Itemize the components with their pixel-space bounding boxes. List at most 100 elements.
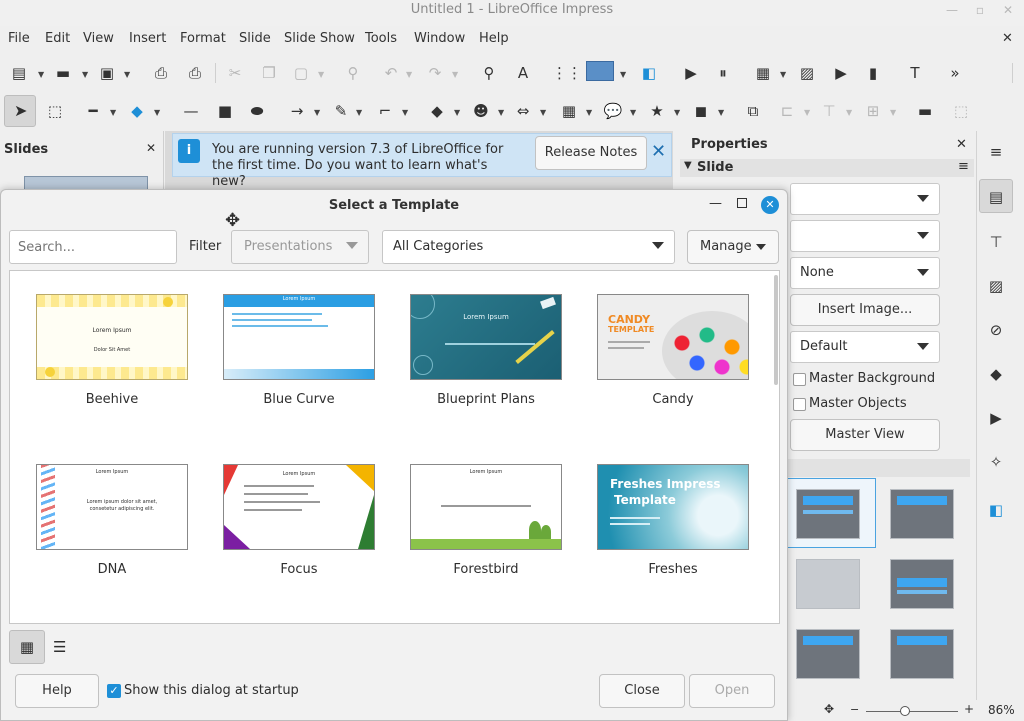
dialog-close-icon[interactable]: ✕ <box>761 196 779 214</box>
clone-formatting-icon[interactable]: ⚲ <box>342 62 364 84</box>
navigator-deck-icon[interactable]: ⊘ <box>985 319 1007 341</box>
table-dropdown-icon[interactable]: ▼ <box>780 70 786 79</box>
ellipse-icon[interactable]: ⬬ <box>246 100 268 122</box>
close-slides-panel-icon[interactable]: ✕ <box>146 141 156 155</box>
position-dropdown-icon[interactable]: ▼ <box>890 108 896 117</box>
close-window-icon[interactable]: ✕ <box>1000 3 1016 17</box>
block-arrows-icon[interactable]: ⇔ <box>512 100 534 122</box>
background-select[interactable]: None <box>790 257 940 289</box>
spelling-icon[interactable]: A <box>512 62 534 84</box>
export-pdf-icon[interactable]: ⎙ <box>150 62 172 84</box>
styles-deck-icon[interactable]: ⊤ <box>985 231 1007 253</box>
menu-slide[interactable]: Slide <box>239 31 271 46</box>
line-color-dropdown-icon[interactable]: ▼ <box>110 108 116 117</box>
curve-icon[interactable]: ✎ <box>330 100 352 122</box>
layout-centered-text[interactable] <box>890 559 954 609</box>
slide-thumbnail[interactable] <box>24 176 148 190</box>
insert-image-button[interactable]: Insert Image... <box>790 294 940 326</box>
layout-title-only[interactable] <box>890 489 954 539</box>
layout-title-4content[interactable] <box>890 629 954 679</box>
layout-blank[interactable] <box>796 559 860 609</box>
distribute-dropdown-icon[interactable]: ▼ <box>846 108 852 117</box>
select-tool[interactable]: ➤ <box>4 95 36 127</box>
basic-shapes-dropdown-icon[interactable]: ▼ <box>454 108 460 117</box>
menu-edit[interactable]: Edit <box>45 31 70 46</box>
block-arrows-dropdown-icon[interactable]: ▼ <box>540 108 546 117</box>
shadow-icon[interactable]: ▬ <box>914 100 936 122</box>
save-dropdown-icon[interactable]: ▼ <box>124 70 130 79</box>
media-icon[interactable]: ▶ <box>830 62 852 84</box>
category-select[interactable]: All Categories <box>382 230 675 264</box>
zoom-slider[interactable] <box>866 711 958 712</box>
curve-dropdown-icon[interactable]: ▼ <box>356 108 362 117</box>
tab-icon[interactable]: ◧ <box>638 62 660 84</box>
menu-help[interactable]: Help <box>479 31 509 46</box>
distribute-icon[interactable]: ⊤ <box>818 100 840 122</box>
slide-section-header[interactable]: ▼ Slide ≡ <box>680 159 974 177</box>
start-first-slide-icon[interactable]: ▶ <box>680 62 702 84</box>
fill-color-dropdown-icon[interactable]: ▼ <box>154 108 160 117</box>
paste-icon[interactable]: ▢ <box>290 62 312 84</box>
open-button[interactable]: Open <box>689 674 775 708</box>
manage-button[interactable]: Manage <box>687 230 779 264</box>
3d-objects-icon[interactable]: ◼ <box>690 100 712 122</box>
position-size-icon[interactable]: ⊞ <box>862 100 884 122</box>
template-candy[interactable]: CANDY TEMPLATE Candy <box>597 294 749 407</box>
master-slide-select[interactable]: Default <box>790 331 940 363</box>
arrange-icon[interactable]: ⧉ <box>742 100 764 122</box>
open-folder-icon[interactable]: ▬ <box>52 62 74 84</box>
new-dropdown-icon[interactable]: ▼ <box>38 70 44 79</box>
shapes-deck-icon[interactable]: ◆ <box>985 363 1007 385</box>
copy-icon[interactable]: ❐ <box>258 62 280 84</box>
zoom-out-icon[interactable]: − <box>850 703 859 716</box>
symbol-shapes-dropdown-icon[interactable]: ▼ <box>498 108 504 117</box>
redo-icon[interactable]: ↷ <box>424 62 446 84</box>
arrow-line-icon[interactable]: → <box>286 100 308 122</box>
callout-icon[interactable]: 💬 <box>602 100 624 122</box>
flowchart-dropdown-icon[interactable]: ▼ <box>586 108 592 117</box>
flowchart-icon[interactable]: ▦ <box>558 100 580 122</box>
menu-view[interactable]: View <box>83 31 114 46</box>
template-search-input[interactable] <box>9 230 177 264</box>
paste-dropdown-icon[interactable]: ▼ <box>318 70 324 79</box>
close-button[interactable]: Close <box>599 674 685 708</box>
new-icon[interactable]: ▤ <box>8 62 30 84</box>
layout-title-content[interactable] <box>796 489 860 539</box>
basic-shapes-icon[interactable]: ◆ <box>426 100 448 122</box>
start-current-slide-icon[interactable]: ⏸ <box>712 62 734 84</box>
thumbnail-view-icon[interactable]: ▦ <box>9 630 45 664</box>
template-blue-curve[interactable]: Lorem Ipsum Blue Curve <box>223 294 375 407</box>
connector-icon[interactable]: ⌐ <box>374 100 396 122</box>
sidebar-menu-icon[interactable]: ≡ <box>985 141 1007 163</box>
dialog-minimize-icon[interactable]: — <box>709 196 722 211</box>
zoom-level[interactable]: 86% <box>988 703 1015 717</box>
slide-transition-icon[interactable]: ▶ <box>985 407 1007 429</box>
template-forestbird[interactable]: Lorem Ipsum Forestbird <box>410 464 562 577</box>
zoom-pan-icon[interactable]: ⬚ <box>44 100 66 122</box>
undo-dropdown-icon[interactable]: ▼ <box>406 70 412 79</box>
chart-icon[interactable]: ▮ <box>862 62 884 84</box>
symbol-shapes-icon[interactable]: ☻ <box>470 100 492 122</box>
cut-icon[interactable]: ✂ <box>224 62 246 84</box>
animation-deck-icon[interactable]: ✧ <box>985 451 1007 473</box>
display-views-icon[interactable] <box>586 61 614 81</box>
open-dropdown-icon[interactable]: ▼ <box>82 70 88 79</box>
zoom-slider-handle[interactable] <box>900 706 910 716</box>
stars-dropdown-icon[interactable]: ▼ <box>674 108 680 117</box>
master-view-button[interactable]: Master View <box>790 419 940 451</box>
template-dna[interactable]: Lorem Ipsum Lorem ipsum dolor sit amet, … <box>36 464 188 577</box>
find-replace-icon[interactable]: ⚲ <box>478 62 500 84</box>
filter-select[interactable]: Presentations <box>231 230 369 264</box>
3d-objects-dropdown-icon[interactable]: ▼ <box>718 108 724 117</box>
master-slides-deck-icon[interactable]: ◧ <box>985 499 1007 521</box>
master-background-checkbox[interactable] <box>793 373 806 386</box>
stars-icon[interactable]: ★ <box>646 100 668 122</box>
maximize-icon[interactable]: ▫ <box>972 3 988 17</box>
align-dropdown-icon[interactable]: ▼ <box>804 108 810 117</box>
menu-format[interactable]: Format <box>180 31 226 46</box>
menu-window[interactable]: Window <box>414 31 465 46</box>
align-icon[interactable]: ⊏ <box>776 100 798 122</box>
section-menu-icon[interactable]: ≡ <box>958 159 969 174</box>
show-startup-checkbox[interactable]: ✓ <box>107 684 121 698</box>
crop-icon[interactable]: ⬚ <box>950 100 972 122</box>
